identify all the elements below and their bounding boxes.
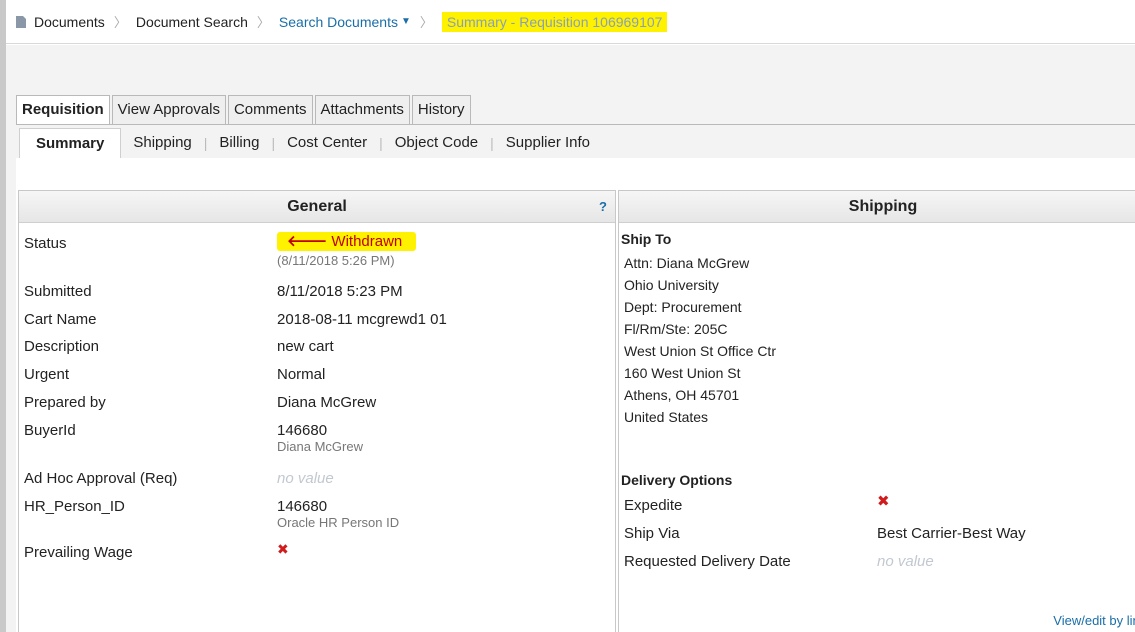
primary-tabs: Requisition View Approvals Comments Atta… — [16, 95, 473, 124]
buyer-id-label: BuyerId — [24, 422, 76, 439]
buyer-id-number: 146680 — [277, 422, 328, 439]
requested-delivery-date-label: Requested Delivery Date — [624, 553, 791, 570]
chevron-down-icon[interactable]: ▼ — [401, 16, 411, 27]
view-edit-by-line-link[interactable]: View/edit by line — [1053, 613, 1135, 628]
hr-person-id-value: 146680 Oracle HR Person ID — [277, 498, 399, 530]
hr-person-id-label: HR_Person_ID — [24, 498, 125, 515]
submitted-value: 8/11/2018 5:23 PM — [277, 283, 403, 300]
shipping-title: Shipping — [848, 198, 918, 215]
general-panel: General ? Status 🡐 Withdrawn (8/11/2018 … — [18, 190, 616, 632]
status-highlight: 🡐 Withdrawn — [277, 232, 417, 251]
cart-name-label: Cart Name — [24, 311, 97, 328]
description-label: Description — [24, 338, 100, 355]
status-label: Status — [24, 235, 67, 252]
ship-to-title: Ship To — [621, 231, 672, 247]
ad-hoc-approval-label: Ad Hoc Approval (Req) — [24, 470, 178, 487]
tab-history[interactable]: History — [411, 95, 471, 124]
status-text: Withdrawn — [331, 233, 403, 250]
ad-hoc-approval-value: no value — [277, 470, 334, 487]
chevron-right-icon: 〉 — [256, 15, 270, 30]
ship-via-value: Best Carrier-Best Way — [877, 525, 1026, 542]
secondary-tabs: Summary Shipping | Billing | Cost Center… — [16, 124, 1135, 158]
tab-cost-center[interactable]: Cost Center — [275, 128, 379, 158]
tab-comments[interactable]: Comments — [227, 95, 313, 124]
urgent-label: Urgent — [24, 366, 70, 383]
urgent-value: Normal — [277, 366, 326, 383]
tab-attachments[interactable]: Attachments — [314, 95, 410, 124]
breadcrumb-search-documents[interactable]: Search Documents — [279, 14, 398, 30]
tab-shipping[interactable]: Shipping — [121, 128, 203, 158]
ship-to-line: West Union St Office Ctr — [624, 343, 776, 359]
buyer-id-value: 146680 Diana McGrew — [277, 422, 363, 454]
hr-person-id-number: 146680 — [277, 498, 328, 515]
ship-via-label: Ship Via — [624, 525, 680, 542]
chevron-right-icon: 〉 — [419, 15, 433, 30]
ship-to-line: United States — [624, 409, 709, 425]
ship-to-line: Ohio University — [624, 277, 719, 293]
breadcrumb: Documents 〉 Document Search 〉 Search Doc… — [6, 0, 1135, 44]
prevailing-wage-label: Prevailing Wage — [24, 544, 133, 561]
ship-to-line: Athens, OH 45701 — [624, 387, 740, 403]
general-title: General — [287, 198, 347, 215]
help-icon[interactable]: ? — [599, 191, 607, 223]
expedite-label: Expedite — [624, 497, 683, 514]
tab-supplier-info[interactable]: Supplier Info — [494, 128, 602, 158]
ship-to-line: Dept: Procurement — [624, 299, 742, 315]
x-mark-icon: ✖ — [877, 493, 890, 510]
tab-billing[interactable]: Billing — [207, 128, 271, 158]
tab-view-approvals[interactable]: View Approvals — [111, 95, 226, 124]
submitted-label: Submitted — [24, 283, 92, 300]
prepared-by-value: Diana McGrew — [277, 394, 377, 411]
status-date: (8/11/2018 5:26 PM) — [277, 253, 395, 268]
shipping-panel: Shipping Ship To Attn: Diana McGrew Ohio… — [618, 190, 1135, 632]
chevron-right-icon: 〉 — [113, 15, 127, 30]
requested-delivery-date-value: no value — [877, 553, 934, 570]
description-value: new cart — [277, 338, 334, 355]
breadcrumb-document-search[interactable]: Document Search — [136, 14, 248, 30]
x-mark-icon: ✖ — [277, 541, 289, 557]
buyer-id-name: Diana McGrew — [277, 439, 363, 454]
ship-to-line: Attn: Diana McGrew — [624, 255, 750, 271]
breadcrumb-current: Summary - Requisition 106969107 — [441, 11, 668, 32]
tab-requisition[interactable]: Requisition — [16, 95, 110, 124]
prepared-by-label: Prepared by — [24, 394, 106, 411]
tab-object-code[interactable]: Object Code — [383, 128, 490, 158]
document-icon — [16, 15, 26, 28]
summary-content: General ? Status 🡐 Withdrawn (8/11/2018 … — [16, 158, 1135, 632]
breadcrumb-documents[interactable]: Documents — [34, 14, 105, 30]
general-header: General ? — [19, 191, 615, 223]
delivery-options-title: Delivery Options — [621, 472, 733, 488]
ship-to-line: Fl/Rm/Ste: 205C — [624, 321, 728, 337]
tab-summary[interactable]: Summary — [19, 128, 122, 158]
arrow-left-icon: 🡐 — [287, 233, 328, 250]
cart-name-value: 2018-08-11 mcgrewd1 01 — [277, 311, 447, 328]
shipping-header: Shipping — [619, 191, 1135, 223]
ship-to-line: 160 West Union St — [624, 365, 741, 381]
hr-person-id-desc: Oracle HR Person ID — [277, 515, 400, 530]
status-value: 🡐 Withdrawn (8/11/2018 5:26 PM) — [277, 231, 417, 268]
